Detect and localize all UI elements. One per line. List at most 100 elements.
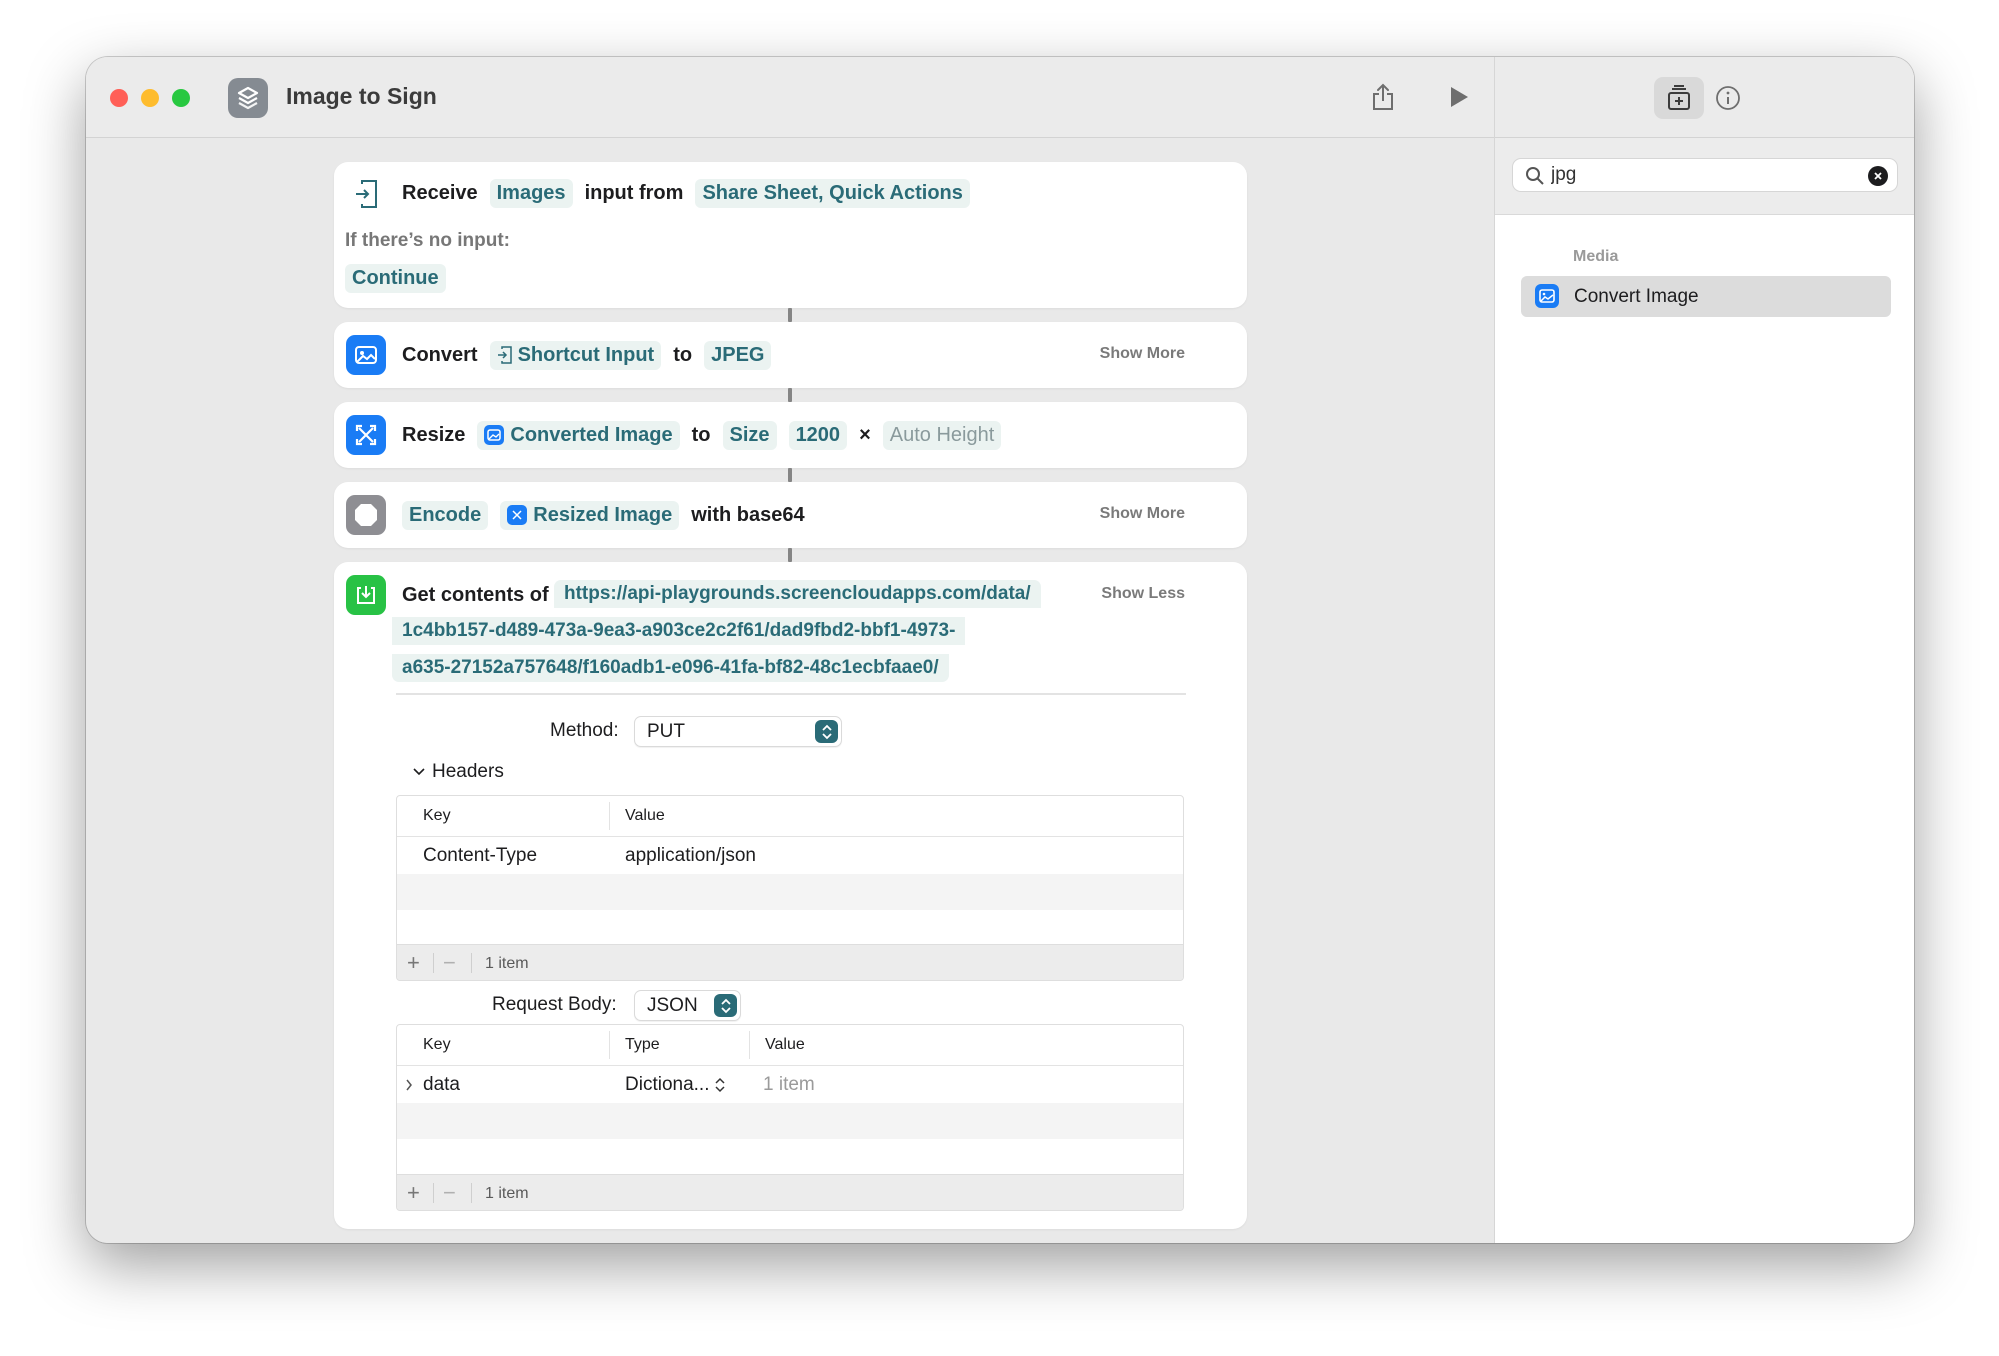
- convert-input-token[interactable]: Shortcut Input: [489, 340, 662, 370]
- input-type-token[interactable]: Images: [489, 178, 573, 208]
- column-header-key: Key: [423, 807, 451, 824]
- play-icon[interactable]: [1441, 79, 1477, 115]
- headers-label: Headers: [432, 761, 504, 782]
- clear-search-icon[interactable]: [1868, 166, 1888, 186]
- header-value-cell[interactable]: application/json: [625, 845, 756, 867]
- get-contents-of-url-action-card[interactable]: Get contents of https://api-playgrounds.…: [334, 562, 1247, 1229]
- request-body-table: Key Type Value data Dictiona... 1 item +…: [396, 1024, 1184, 1211]
- search-field[interactable]: [1512, 158, 1898, 192]
- request-body-label: Request Body:: [492, 994, 617, 1015]
- headers-disclosure[interactable]: Headers: [412, 761, 504, 783]
- receive-action-card[interactable]: Receive Images input from Share Sheet, Q…: [334, 162, 1247, 308]
- column-separator: [609, 802, 610, 830]
- show-less-button[interactable]: Show Less: [1101, 585, 1185, 603]
- library-result-convert-image[interactable]: Convert Image: [1521, 276, 1891, 317]
- encode-icon: [346, 495, 386, 535]
- resize-mode-token[interactable]: Size: [722, 420, 777, 450]
- encode-row: Encode Resized Image with base64: [402, 500, 817, 530]
- table-footer: + − 1 item: [397, 944, 1183, 980]
- footer-separator: [471, 953, 472, 973]
- get-contents-label: Get contents of: [402, 583, 549, 606]
- method-label: Method:: [550, 720, 619, 741]
- download-icon: [346, 575, 386, 615]
- divider: [396, 693, 1186, 695]
- encode-action-card[interactable]: Encode Resized Image with base64 Show Mo…: [334, 482, 1247, 548]
- receive-verb: Receive: [402, 181, 478, 204]
- convert-image-action-card[interactable]: Convert Shortcut Input to JPEG Show More: [334, 322, 1247, 388]
- zoom-window-button[interactable]: [172, 89, 190, 107]
- encode-input-label: Resized Image: [533, 503, 673, 526]
- url-token-line-1[interactable]: https://api-playgrounds.screencloudapps.…: [554, 580, 1041, 608]
- header-key-cell[interactable]: Content-Type: [423, 845, 537, 867]
- editor-pane: Image to Sign Receive Images input from …: [86, 57, 1494, 1243]
- resize-input-token[interactable]: Converted Image: [477, 420, 680, 450]
- url-token-line-3[interactable]: a635-27152a757648/f160adb1-e096-41fa-bf8…: [392, 654, 949, 682]
- chevron-right-icon[interactable]: [405, 1079, 413, 1091]
- headers-table: Key Value Content-Type application/json …: [396, 795, 1184, 981]
- input-source-token[interactable]: Share Sheet, Quick Actions: [695, 178, 970, 208]
- library-category-label: Media: [1573, 248, 1619, 265]
- minimize-window-button[interactable]: [141, 89, 159, 107]
- add-to-library-icon[interactable]: [1654, 77, 1704, 119]
- request-body-popup[interactable]: JSON: [634, 990, 741, 1021]
- info-icon[interactable]: [1707, 77, 1749, 119]
- shortcut-input-token-icon: [497, 346, 512, 364]
- title-bar: Image to Sign: [86, 57, 1494, 138]
- resize-width-token[interactable]: 1200: [788, 420, 848, 450]
- footer-separator: [433, 1183, 434, 1203]
- resize-icon: [346, 415, 386, 455]
- sidebar-toolbar: [1495, 57, 1914, 138]
- table-row[interactable]: data Dictiona... 1 item: [397, 1066, 1183, 1103]
- column-header-key: Key: [423, 1036, 451, 1053]
- column-separator: [609, 1031, 610, 1059]
- item-count: 1 item: [485, 955, 529, 972]
- search-input[interactable]: [1551, 164, 1851, 186]
- receive-row: Receive Images input from Share Sheet, Q…: [402, 178, 982, 208]
- remove-row-button[interactable]: −: [443, 1180, 456, 1206]
- column-separator: [749, 1031, 750, 1059]
- resize-height-token[interactable]: Auto Height: [882, 420, 1002, 450]
- table-row[interactable]: Content-Type application/json: [397, 837, 1183, 874]
- shortcuts-app-icon: [228, 78, 268, 118]
- remove-row-button[interactable]: −: [443, 950, 456, 976]
- action-connector: [788, 548, 792, 562]
- resize-input-label: Converted Image: [510, 423, 673, 446]
- no-input-behavior-token[interactable]: Continue: [345, 263, 446, 293]
- library-result-label: Convert Image: [1574, 286, 1699, 307]
- convert-verb: Convert: [402, 343, 478, 366]
- body-value-cell[interactable]: 1 item: [763, 1074, 815, 1096]
- convert-row: Convert Shortcut Input to JPEG: [402, 340, 783, 370]
- chevron-up-down-icon: [815, 720, 838, 743]
- add-row-button[interactable]: +: [407, 1180, 420, 1206]
- method-popup[interactable]: PUT: [634, 716, 842, 747]
- input-from-label: input from: [584, 181, 684, 204]
- window-title: Image to Sign: [286, 83, 437, 109]
- share-icon[interactable]: [1365, 79, 1401, 115]
- encode-input-token[interactable]: Resized Image: [500, 500, 680, 530]
- convert-format-token[interactable]: JPEG: [704, 340, 772, 370]
- body-key-cell[interactable]: data: [423, 1074, 460, 1096]
- add-row-button[interactable]: +: [407, 950, 420, 976]
- item-count: 1 item: [485, 1185, 529, 1202]
- convert-show-more-button[interactable]: Show More: [1100, 345, 1185, 363]
- request-body-value: JSON: [647, 995, 698, 1016]
- column-header-value: Value: [765, 1036, 805, 1053]
- shortcut-input-icon: [346, 174, 386, 214]
- encode-show-more-button[interactable]: Show More: [1100, 505, 1185, 523]
- search-icon: [1526, 167, 1544, 185]
- table-footer: + − 1 item: [397, 1174, 1183, 1210]
- type-popup[interactable]: Dictiona...: [625, 1074, 726, 1096]
- column-header-type: Type: [625, 1036, 660, 1053]
- image-icon: [346, 335, 386, 375]
- shortcuts-window: Image to Sign Receive Images input from …: [86, 57, 1914, 1243]
- action-library-sidebar: Media Convert Image: [1494, 57, 1914, 1243]
- image-icon: [1535, 284, 1559, 308]
- method-value: PUT: [647, 721, 685, 742]
- action-connector: [788, 308, 792, 322]
- url-token-line-2[interactable]: 1c4bb157-d489-473a-9ea3-a903ce2c2f61/dad…: [392, 617, 966, 645]
- no-input-row: Continue: [345, 263, 458, 293]
- close-window-button[interactable]: [110, 89, 128, 107]
- resize-image-action-card[interactable]: Resize Converted Image to Size 1200 × Au…: [334, 402, 1247, 468]
- encode-mode-token[interactable]: Encode: [402, 500, 489, 530]
- convert-to-label: to: [673, 343, 693, 366]
